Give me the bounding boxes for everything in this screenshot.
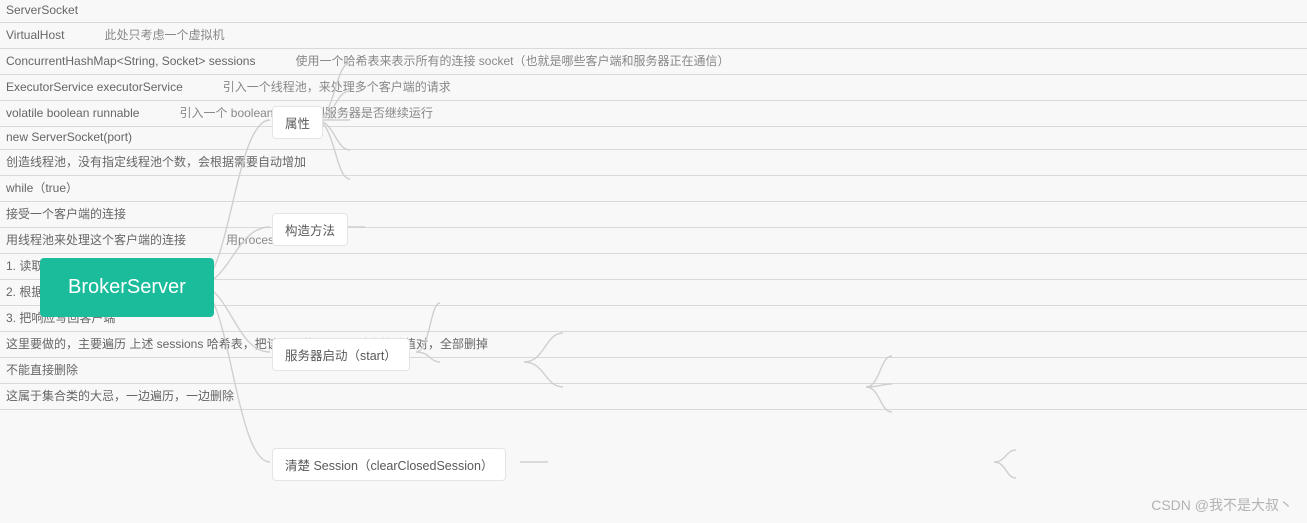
leaf-note: 引入一个线程池，来处理多个客户端的请求 — [223, 80, 451, 94]
leaf-text: ExecutorService executorService — [6, 80, 183, 94]
leaf-virtualhost: VirtualHost 此处只考虑一个虚拟机 — [0, 23, 1307, 49]
leaf-clear-note-1: 不能直接删除 — [0, 358, 1307, 384]
leaf-text: VirtualHost — [6, 28, 64, 42]
leaf-while: while（true） — [0, 176, 1307, 202]
root-node[interactable]: BrokerServer — [40, 258, 214, 317]
watermark: CSDN @我不是大叔丶 — [1151, 495, 1293, 515]
leaf-sessions: ConcurrentHashMap<String, Socket> sessio… — [0, 49, 1307, 75]
leaf-text: 用线程池来处理这个客户端的连接 — [6, 233, 186, 247]
leaf-note: 此处只考虑一个虚拟机 — [104, 28, 224, 42]
node-start[interactable]: 服务器启动（start） — [272, 338, 410, 371]
leaf-runnable: volatile boolean runnable引入一个 boolean 变量… — [0, 101, 1307, 127]
leaf-text: volatile boolean runnable — [6, 106, 139, 120]
leaf-note: 使用一个哈希表来表示所有的连接 socket（也就是哪些客户端和服务器正在通信） — [295, 54, 729, 68]
node-constructor[interactable]: 构造方法 — [272, 213, 348, 246]
leaf-executor: ExecutorService executorService 引入一个线程池，来… — [0, 75, 1307, 101]
leaf-clear-note-2: 这属于集合类的大忌，一边遍历，一边删除 — [0, 384, 1307, 410]
leaf-accept: 接受一个客户端的连接 — [0, 202, 1307, 228]
leaf-text: ServerSocket — [6, 3, 78, 17]
leaf-text: ConcurrentHashMap<String, Socket> sessio… — [6, 54, 255, 68]
leaf-serversocket: ServerSocket — [0, 0, 1307, 23]
leaf-process: 用线程池来处理这个客户端的连接用processConnection — [0, 228, 1307, 254]
leaf-clear-desc: 这里要做的，主要遍历 上述 sessions 哈希表，把该关闭的 socket … — [0, 332, 1307, 358]
leaf-pool: 创造线程池，没有指定线程池个数，会根据需要自动增加 — [0, 150, 1307, 176]
node-attributes[interactable]: 属性 — [272, 106, 323, 139]
node-clear[interactable]: 清楚 Session（clearClosedSession） — [272, 448, 506, 481]
leaf-new-serversocket: new ServerSocket(port) — [0, 127, 1307, 150]
